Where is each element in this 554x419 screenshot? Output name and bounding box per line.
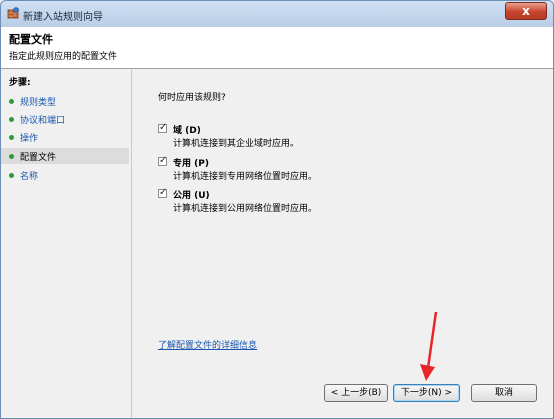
annotation-arrow-icon: [420, 311, 438, 381]
